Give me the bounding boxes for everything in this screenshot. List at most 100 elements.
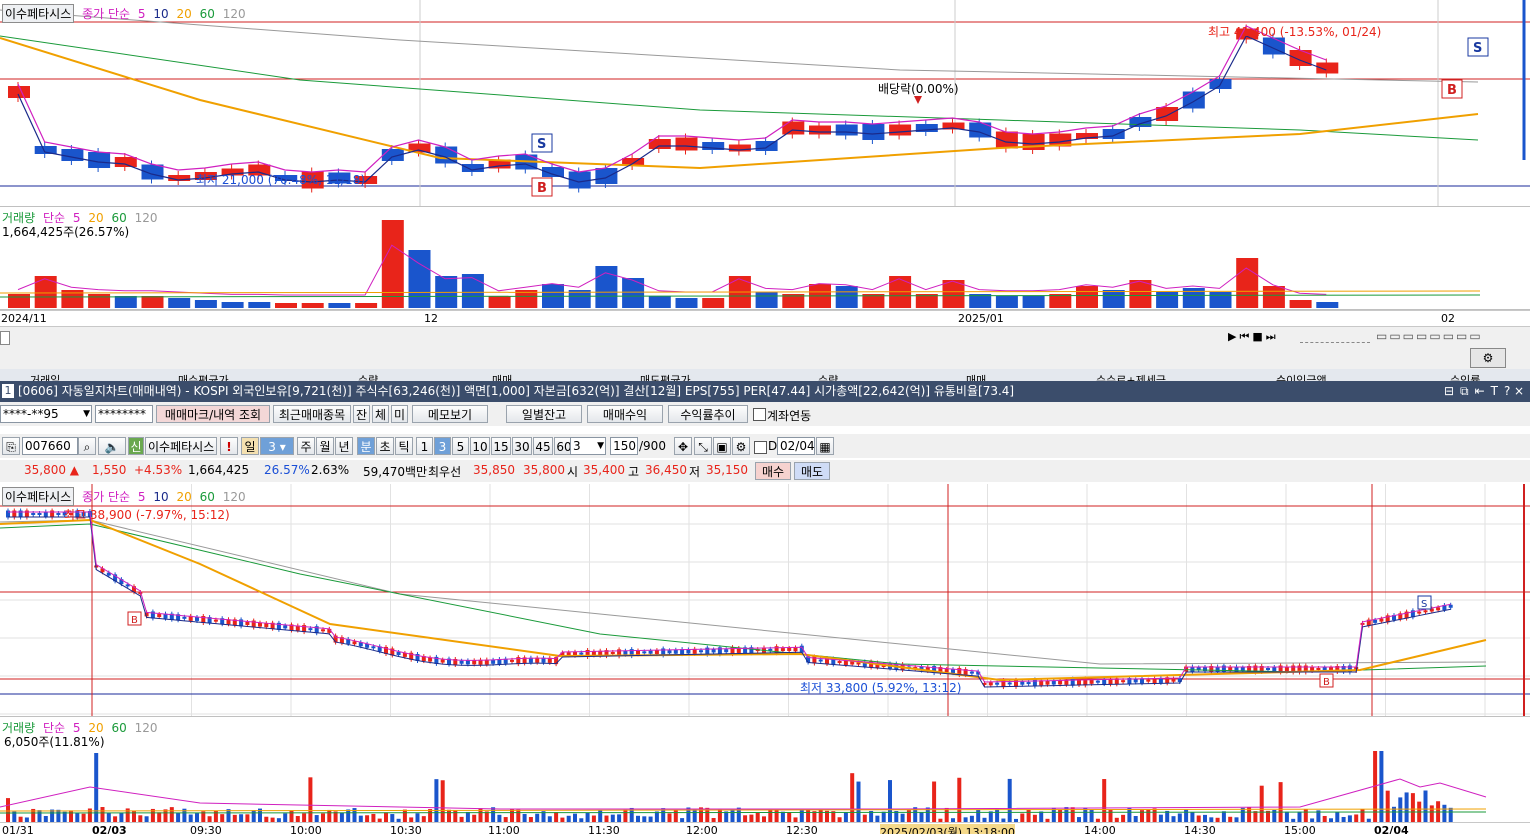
filled-button[interactable]: 체: [372, 405, 389, 423]
period-month-button[interactable]: 월: [316, 437, 334, 455]
candle: [396, 651, 401, 655]
date-input[interactable]: 02/04: [777, 437, 815, 455]
password-field[interactable]: ********: [95, 405, 153, 423]
trade-profit-button[interactable]: 매매수익: [587, 405, 663, 423]
quote-bar: 35,800 ▲ 1,550 +4.53% 1,664,425 26.57% 2…: [0, 460, 1530, 482]
buy-button[interactable]: 매수: [755, 462, 791, 480]
candle: [623, 650, 628, 655]
lower-ma10: 10: [153, 490, 169, 504]
minute-1-button[interactable]: 1: [416, 437, 433, 455]
volume-bar: [1007, 778, 1012, 823]
scroll-handle[interactable]: [0, 331, 10, 345]
zoom-buttons-icon[interactable]: ▭▭▭▭▭▭▭▭: [1376, 329, 1483, 343]
memo-button[interactable]: 메모보기: [412, 405, 488, 423]
unfilled-button[interactable]: 미: [391, 405, 408, 423]
upper-stock-tag[interactable]: 이수페타시스: [2, 4, 75, 23]
zoom-slider[interactable]: [1300, 330, 1370, 343]
account-toolbar: ****-**95 ▼ ******** 매매마크/내역 조회 최근매매종목 잔 …: [0, 402, 1530, 426]
period-year-button[interactable]: 년: [335, 437, 353, 455]
sell-button[interactable]: 매도: [794, 462, 830, 480]
stock-code-input[interactable]: 007660: [22, 437, 78, 455]
period-week-button[interactable]: 주: [297, 437, 315, 455]
best-ask: 35,850: [473, 463, 515, 477]
volume-bar: [850, 773, 855, 823]
gear-icon[interactable]: ⚙: [732, 437, 750, 455]
candle: [1316, 668, 1321, 670]
scroll-controls-icon[interactable]: ▶⏮■⏭: [1228, 330, 1279, 344]
search-icon[interactable]: ⌕: [78, 437, 96, 455]
period-day-button[interactable]: 일: [241, 437, 259, 455]
candle: [667, 650, 672, 654]
crosshair-icon[interactable]: ✥: [674, 437, 692, 455]
candle: [995, 682, 1000, 685]
candle: [1373, 619, 1378, 623]
volume-bar: [1410, 793, 1415, 823]
balance-button[interactable]: 잔: [353, 405, 370, 423]
daily-balance-button[interactable]: 일별잔고: [506, 405, 582, 423]
daily-price-chart[interactable]: S B B S 이수페타시스 종가 단순 5 10 20 60 120 최고 41,4…: [0, 0, 1530, 207]
date-checkbox[interactable]: [754, 441, 767, 454]
upper-ma10: 10: [153, 7, 169, 21]
candle: [308, 628, 313, 631]
ma10-line: [8, 516, 1451, 688]
minute-volume-chart[interactable]: 거래량 단순 5 20 60 120 6,050주(11.81%): [0, 717, 1530, 824]
chevron-down-icon: ▼: [83, 409, 90, 419]
draw-tool-icon[interactable]: ⤡: [694, 437, 712, 455]
stock-name-button[interactable]: 이수페타시스: [145, 437, 217, 455]
close-icon[interactable]: ×: [1514, 381, 1524, 402]
speaker-icon[interactable]: 🔈: [98, 437, 126, 455]
minute-5-button[interactable]: 5: [452, 437, 469, 455]
volume-bar: [1127, 807, 1132, 823]
count-input[interactable]: 150: [610, 437, 638, 455]
minute-price-chart[interactable]: B B S 이수페타시스 종가 단순 5 10 20 60 120 최고 38,90…: [0, 484, 1530, 717]
trade-mark-query-button[interactable]: 매매마크/내역 조회: [156, 405, 270, 423]
volume-bar: [1442, 804, 1447, 823]
dividend-arrow-icon: [914, 96, 922, 104]
open-label: 시: [567, 465, 579, 479]
low-label: 저: [689, 465, 701, 479]
window-titlebar[interactable]: 1 [0606] 자동일지차트(매매내역) - KOSPI 외국인보유[9,72…: [0, 381, 1530, 402]
minute-3-button[interactable]: 3: [434, 437, 451, 455]
volume-bar: [1423, 790, 1428, 823]
volume-bar: [1146, 809, 1151, 823]
period-minute-button[interactable]: 분: [357, 437, 375, 455]
minute-45-button[interactable]: 45: [533, 437, 553, 455]
account-select[interactable]: ****-**95 ▼: [0, 405, 92, 423]
upper-high-label: 최고 41,400 (-13.53%, 01/24): [1208, 25, 1382, 39]
panel-separator: ⚙: [0, 347, 1530, 369]
volume-bar: [1156, 292, 1179, 308]
candle: [461, 164, 484, 172]
lower-low-label: 최저 33,800 (5.92%, 13:12): [800, 681, 962, 695]
chart-scrollbar[interactable]: ▶⏮■⏭ ▭▭▭▭▭▭▭▭: [0, 326, 1530, 347]
volume-bar: [1278, 782, 1283, 823]
count-select[interactable]: 3 ▼: [570, 437, 606, 455]
save-icon[interactable]: ▣: [713, 437, 731, 455]
header-cell: 매도평균가: [640, 374, 691, 381]
calendar-icon[interactable]: ▦: [816, 437, 834, 455]
period-second-button[interactable]: 초: [376, 437, 394, 455]
lower-ma60: 60: [199, 490, 215, 504]
period-count-select[interactable]: 3 ▾: [260, 437, 294, 455]
minute-15-button[interactable]: 15: [491, 437, 511, 455]
minute-10-button[interactable]: 10: [470, 437, 490, 455]
window-number: 1: [2, 384, 14, 398]
account-link-checkbox[interactable]: [753, 408, 766, 421]
candle: [440, 659, 445, 663]
profit-trend-button[interactable]: 수익률추이: [668, 405, 748, 423]
volume-bar: [888, 780, 892, 823]
candle: [818, 659, 823, 662]
lower-stock-tag[interactable]: 이수페타시스: [2, 487, 75, 506]
minute-30-button[interactable]: 30: [512, 437, 532, 455]
credit-icon[interactable]: 신: [128, 437, 144, 455]
candle: [595, 168, 618, 184]
volume-bar: [8, 294, 30, 308]
settings-gear-icon[interactable]: ⚙: [1470, 348, 1506, 368]
alert-button[interactable]: !: [220, 437, 238, 455]
candle: [1020, 681, 1025, 685]
recent-trade-button[interactable]: 최근매매종목: [273, 405, 351, 423]
window-controls-icon[interactable]: ⊟⧉⇤T?: [1444, 381, 1516, 402]
volume-bar: [932, 781, 937, 823]
daily-volume-chart[interactable]: 거래량 단순 5 20 60 120 1,664,425주(26.57%): [0, 207, 1530, 310]
period-tick-button[interactable]: 틱: [395, 437, 413, 455]
chart-menu-icon[interactable]: ⎘: [2, 437, 20, 455]
